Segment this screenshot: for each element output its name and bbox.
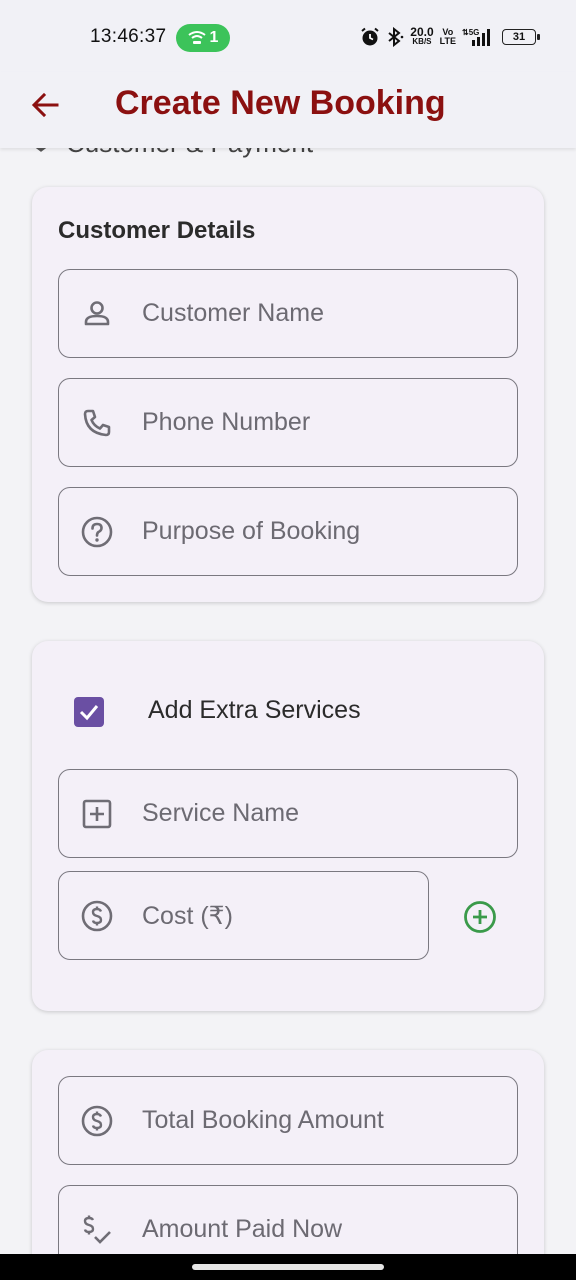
payment-card: Total Booking Amount Amount Paid Now (32, 1050, 544, 1280)
hotspot-count: 1 (209, 29, 219, 46)
hotspot-indicator: 1 (176, 24, 230, 52)
alarm-icon (361, 27, 379, 46)
customer-name-placeholder: Customer Name (142, 299, 324, 327)
service-name-placeholder: Service Name (142, 799, 299, 827)
help-circle-icon (79, 514, 115, 550)
purpose-of-booking-field[interactable]: Purpose of Booking (58, 487, 518, 576)
bluetooth-icon (388, 27, 404, 47)
customer-details-card: Customer Details Customer Name Phone Num… (32, 187, 544, 602)
signal-5g-icon: ⇅5G (462, 28, 490, 46)
phone-icon (79, 405, 115, 441)
status-icons: 20.0 KB/S Vo LTE ⇅5G 31 (360, 22, 540, 52)
service-name-field[interactable]: Service Name (58, 769, 518, 858)
check-icon (79, 705, 99, 721)
customer-details-title: Customer Details (58, 217, 256, 244)
cost-placeholder: Cost (₹) (142, 901, 233, 930)
status-bar: 13:46:37 1 20.0 KB/S Vo LTE ⇅5G 31 (0, 0, 576, 72)
app-bar: Create New Booking (0, 72, 576, 148)
purpose-of-booking-placeholder: Purpose of Booking (142, 517, 361, 545)
system-navigation-bar (0, 1254, 576, 1280)
total-booking-amount-placeholder: Total Booking Amount (142, 1106, 384, 1134)
extra-services-checkbox[interactable] (74, 697, 104, 727)
customer-name-field[interactable]: Customer Name (58, 269, 518, 358)
status-time: 13:46:37 (90, 26, 167, 47)
amount-paid-now-placeholder: Amount Paid Now (142, 1215, 343, 1243)
cost-field[interactable]: Cost (₹) (58, 871, 429, 960)
home-gesture-handle[interactable] (192, 1264, 384, 1270)
network-speed: 20.0 KB/S (410, 25, 434, 46)
phone-number-field[interactable]: Phone Number (58, 378, 518, 467)
total-booking-amount-field[interactable]: Total Booking Amount (58, 1076, 518, 1165)
back-button[interactable] (28, 88, 62, 122)
battery-indicator: 31 (502, 29, 540, 45)
arrow-left-icon (31, 92, 59, 118)
add-service-button[interactable] (462, 899, 498, 935)
add-box-icon (79, 796, 115, 832)
svg-text:⇅5G: ⇅5G (462, 28, 479, 37)
person-icon (79, 296, 115, 332)
page-title: Create New Booking (115, 84, 446, 122)
phone-number-placeholder: Phone Number (142, 408, 311, 436)
volte-indicator: Vo LTE (439, 27, 456, 46)
wifi-hotspot-icon (187, 31, 206, 44)
dollar-circle-icon (79, 1103, 115, 1139)
dollar-circle-icon (79, 898, 115, 934)
price-check-icon (79, 1212, 115, 1248)
extra-services-card: Add Extra Services Service Name Cost (₹) (32, 641, 544, 1011)
extra-services-label[interactable]: Add Extra Services (148, 696, 361, 725)
add-circle-icon (464, 901, 496, 933)
